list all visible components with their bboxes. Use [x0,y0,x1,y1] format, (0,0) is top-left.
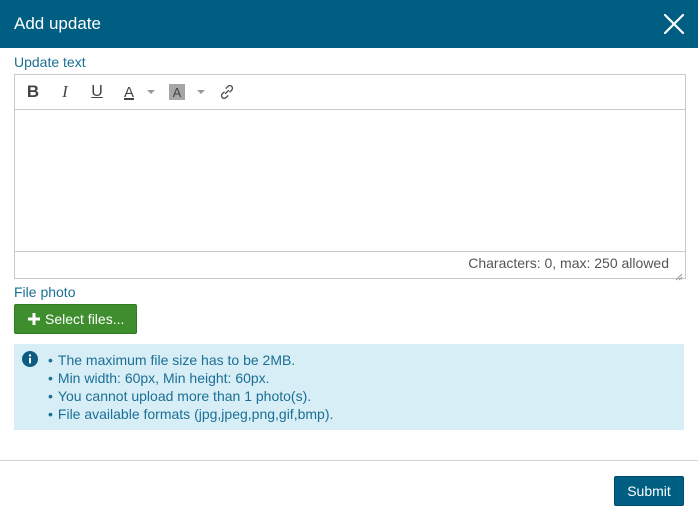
update-text-label: Update text [14,54,86,70]
list-item: You cannot upload more than 1 photo(s). [48,387,333,405]
submit-button[interactable]: Submit [614,476,684,506]
font-color-button[interactable]: A [119,81,139,103]
character-count: Characters: 0, max: 250 allowed [15,251,685,278]
list-item: File available formats (jpg,jpeg,png,gif… [48,405,333,423]
close-icon[interactable] [662,12,686,36]
link-icon[interactable] [217,81,237,103]
requirements-list: The maximum file size has to be 2MB. Min… [48,351,333,423]
update-text-input[interactable] [15,111,685,251]
add-update-dialog: Add update Update text B I U A A Charact… [0,0,698,520]
list-item: Min width: 60px, Min height: 60px. [48,369,333,387]
dialog-header: Add update [0,0,698,48]
background-color-button[interactable]: A [169,84,185,100]
background-color-dropdown-icon[interactable] [197,90,205,94]
bold-button[interactable]: B [23,81,43,103]
underline-button[interactable]: U [87,81,107,103]
editor-toolbar: B I U A A [15,75,685,110]
resize-handle-icon[interactable] [675,268,683,281]
plus-icon [27,312,41,326]
file-photo-label: File photo [14,284,76,300]
select-files-label: Select files... [45,311,125,327]
select-files-button[interactable]: Select files... [14,304,137,334]
dialog-title: Add update [14,14,101,33]
font-color-dropdown-icon[interactable] [147,90,155,94]
footer-divider [0,460,698,461]
upload-requirements-info: The maximum file size has to be 2MB. Min… [14,344,684,430]
italic-button[interactable]: I [55,81,75,103]
info-icon [22,351,38,367]
list-item: The maximum file size has to be 2MB. [48,351,333,369]
rich-text-editor: B I U A A Characters: 0, max: 250 allowe… [14,74,686,281]
